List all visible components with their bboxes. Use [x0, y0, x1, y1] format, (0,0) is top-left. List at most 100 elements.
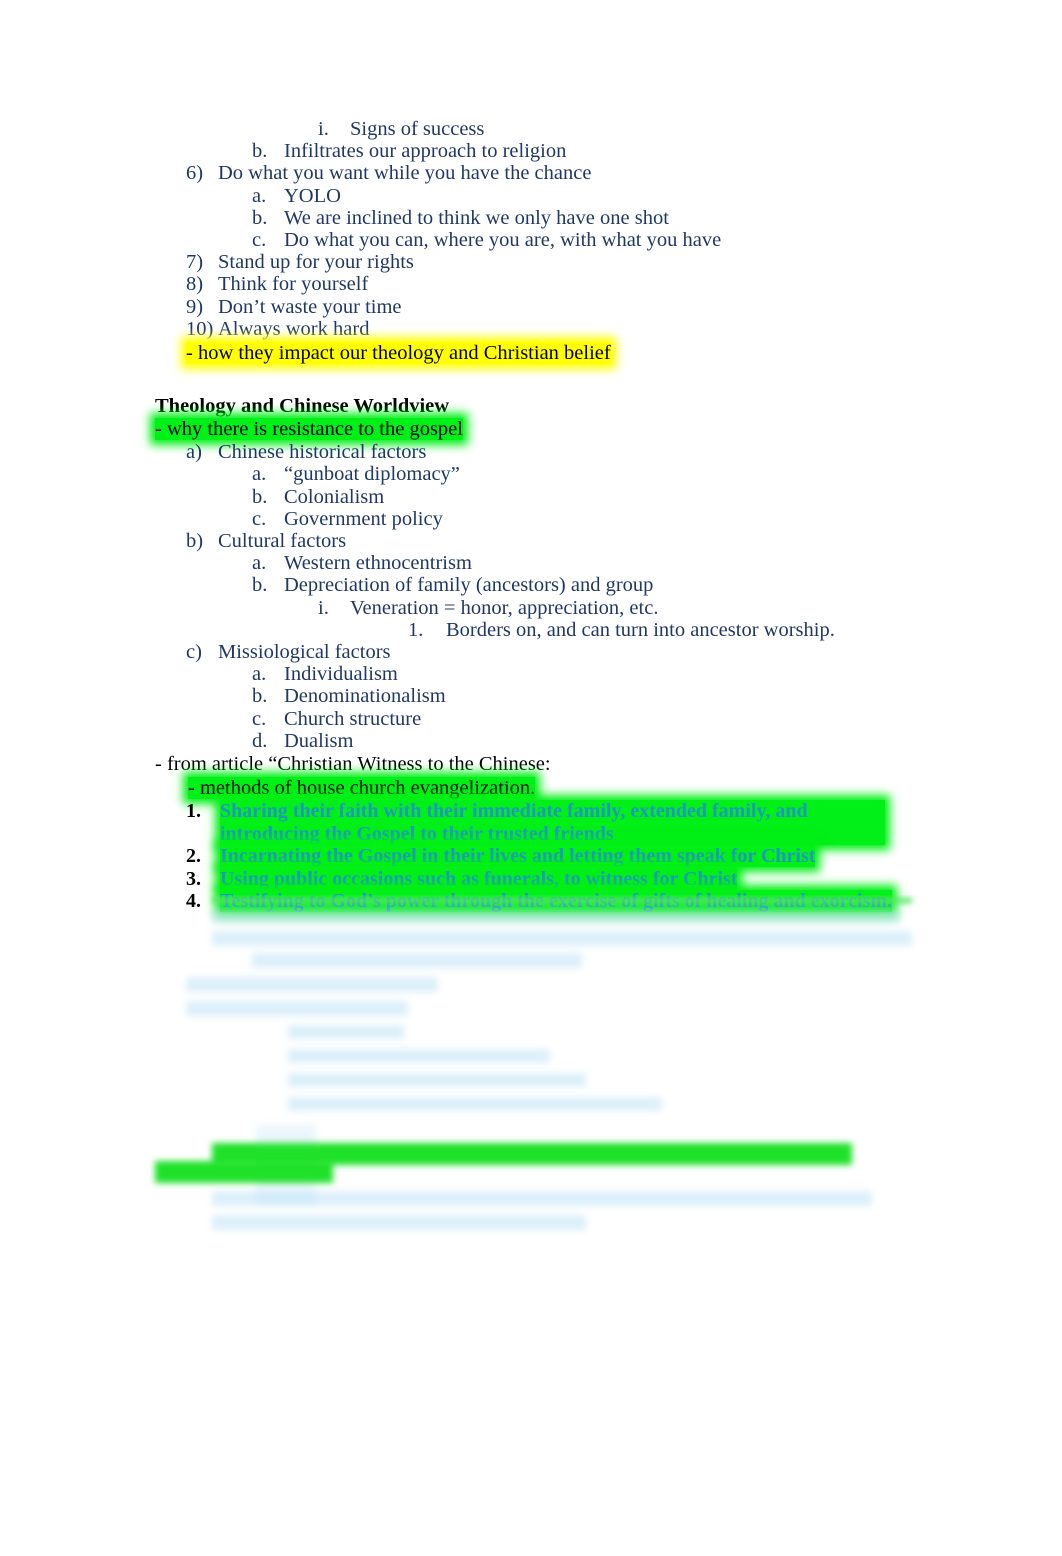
list-marker: a. — [252, 184, 267, 207]
list-marker: b. — [252, 206, 268, 229]
outline-factors-section: a) Chinese historical factors a. “gunboat … — [0, 441, 1062, 752]
faded-text-line — [212, 1215, 586, 1230]
list-text: Depreciation of family (ancestors) and g… — [284, 574, 654, 597]
section-subtitle-row: - why there is resistance to the gospel — [0, 418, 1062, 441]
list-item: c) Missiological factors — [0, 641, 1062, 663]
list-text: Always work hard — [218, 317, 370, 340]
faded-text-line — [252, 953, 582, 968]
list-text: Western ethnocentrism — [284, 552, 472, 575]
faded-illegible-region — [0, 895, 1062, 1255]
list-marker: 3. — [186, 867, 201, 890]
list-text: Using public occasions such as funerals,… — [220, 867, 738, 890]
list-item: a) Chinese historical factors — [0, 441, 1062, 463]
list-text: Church structure — [284, 707, 422, 730]
section-subtitle-text: - why there is resistance to the gospel — [155, 418, 463, 441]
list-marker: a. — [252, 552, 267, 575]
list-text: “gunboat diplomacy” — [284, 463, 460, 486]
list-item: a. “gunboat diplomacy” — [0, 463, 1062, 485]
article-source-line: - from article “Christian Witness to the… — [155, 753, 551, 776]
list-item: c. Government policy — [0, 508, 1062, 530]
faded-text-line — [256, 1125, 316, 1205]
list-item: 2. Incarnating the Gospel in their lives … — [0, 845, 1062, 868]
list-marker: 1. — [186, 800, 201, 823]
outline-top-section: i. Signs of success b. Infiltrates our app… — [0, 118, 1062, 340]
list-marker: 6) — [186, 162, 204, 185]
article-sub-line-row: - methods of house church evangelization… — [0, 776, 1062, 800]
list-item: 1. Sharing their faith with their immedia… — [0, 800, 886, 846]
list-text: We are inclined to think we only have on… — [284, 206, 669, 229]
list-marker: b) — [186, 530, 204, 553]
list-item: 9) Don’t waste your time — [0, 296, 1062, 318]
list-text: Do what you want while you have the chan… — [218, 162, 592, 185]
faded-highlight-bar — [155, 1161, 333, 1183]
list-text: Sharing their faith with their immediate… — [220, 800, 885, 846]
list-item: a. Western ethnocentrism — [0, 552, 1062, 574]
list-text: Do what you can, where you are, with wha… — [284, 229, 722, 252]
list-item: b. Infiltrates our approach to religion — [0, 140, 1062, 162]
list-text: Cultural factors — [218, 530, 347, 553]
faded-text-line — [212, 931, 912, 946]
faded-highlight-bar — [212, 1143, 852, 1165]
list-item: 1. Borders on, and can turn into ancestor… — [0, 619, 1062, 641]
faded-text-line — [186, 977, 438, 992]
list-item: a. YOLO — [0, 185, 1062, 207]
list-marker: b. — [252, 140, 268, 163]
list-marker: b. — [252, 685, 268, 708]
section-heading: Theology and Chinese Worldview — [155, 395, 450, 418]
list-text: Colonialism — [284, 485, 385, 508]
list-marker: b. — [252, 485, 268, 508]
list-marker: a. — [252, 663, 267, 686]
list-marker: 9) — [186, 295, 204, 318]
faded-text-line — [288, 1073, 586, 1087]
faded-text-line — [288, 1049, 550, 1063]
list-marker: 7) — [186, 251, 204, 274]
list-item: c. Do what you can, where you are, with w… — [0, 229, 1062, 251]
list-item: 3. Using public occasions such as funeral… — [0, 867, 1062, 891]
list-item: b. We are inclined to think we only have … — [0, 207, 1062, 229]
list-marker: a) — [186, 441, 202, 464]
list-text: Denominationalism — [284, 685, 446, 708]
list-marker: 4. — [186, 890, 201, 913]
list-item: 4. Testifying to God’s power through the … — [0, 890, 1062, 913]
list-marker: 2. — [186, 845, 201, 868]
list-item: b. Denominationalism — [0, 685, 1062, 707]
list-item: b) Cultural factors — [0, 530, 1062, 552]
list-marker: b. — [252, 574, 268, 597]
list-text: Government policy — [284, 507, 443, 530]
list-text: Infiltrates our approach to religion — [284, 140, 567, 163]
faded-text-line — [288, 1025, 404, 1039]
list-item: 10) Always work hard — [0, 318, 1062, 340]
list-text: YOLO — [284, 184, 341, 207]
list-text: Individualism — [284, 663, 398, 686]
list-marker: d. — [252, 729, 268, 752]
list-marker: c. — [252, 229, 267, 252]
list-item: i. Veneration = honor, appreciation, etc. — [0, 597, 1062, 619]
list-marker: a. — [252, 463, 267, 486]
article-sub-line-text: - methods of house church evangelization… — [188, 777, 536, 800]
faded-text-line — [212, 1191, 872, 1206]
list-item: d. Dualism — [0, 730, 1062, 752]
list-item: a. Individualism — [0, 663, 1062, 685]
article-methods-list: 1. Sharing their faith with their immedia… — [0, 800, 1062, 913]
faded-text-line — [186, 1001, 408, 1016]
list-item: 7) Stand up for your rights — [0, 251, 1062, 273]
list-text: Missiological factors — [218, 641, 391, 664]
list-text: Signs of success — [350, 118, 485, 140]
list-text: Incarnating the Gospel in their lives an… — [220, 845, 816, 868]
list-marker: 10) — [186, 317, 214, 340]
list-marker: 1. — [408, 618, 424, 641]
list-marker: 8) — [186, 273, 204, 296]
list-marker: i. — [318, 596, 329, 619]
list-item: 8) Think for yourself — [0, 273, 1062, 295]
list-marker: c. — [252, 507, 267, 530]
list-text: Stand up for your rights — [218, 251, 414, 274]
list-text: Chinese historical factors — [218, 441, 427, 464]
list-marker: i. — [318, 118, 329, 140]
impact-note-row: - how they impact our theology and Chris… — [0, 342, 1062, 365]
list-text: Don’t waste your time — [218, 295, 402, 318]
impact-note-text: - how they impact our theology and Chris… — [186, 342, 611, 365]
faded-text-line — [288, 1097, 662, 1111]
list-marker: c) — [186, 641, 202, 664]
list-text: Borders on, and can turn into ancestor w… — [446, 618, 835, 641]
list-item: i. Signs of success — [0, 118, 1062, 140]
